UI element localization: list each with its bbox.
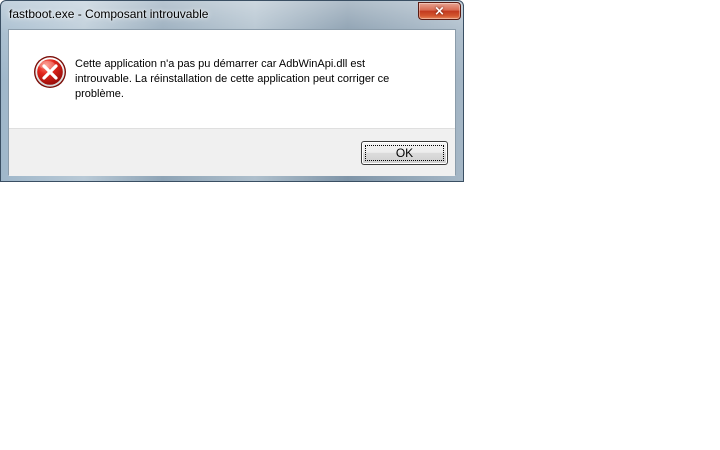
title-bar[interactable]: fastboot.exe - Composant introuvable × — [1, 1, 463, 29]
ok-button-label: OK — [395, 146, 414, 160]
error-icon — [34, 56, 66, 88]
message-area: Cette application n'a pas pu démarrer ca… — [9, 30, 455, 128]
message-line-1: Cette application n'a pas pu démarrer ca… — [75, 58, 366, 70]
ok-button[interactable]: OK — [361, 141, 448, 165]
button-area: OK — [9, 128, 455, 176]
error-dialog-window: fastboot.exe - Composant introuvable × C… — [0, 0, 464, 182]
error-message: Cette application n'a pas pu démarrer ca… — [75, 57, 435, 102]
message-line-2: introuvable. La réinstallation de cette … — [75, 73, 390, 85]
close-icon: × — [434, 3, 445, 19]
close-button[interactable]: × — [418, 2, 461, 20]
message-line-3: problème. — [75, 88, 124, 100]
window-title: fastboot.exe - Composant introuvable — [9, 7, 209, 21]
dialog-client-area: Cette application n'a pas pu démarrer ca… — [8, 29, 456, 176]
